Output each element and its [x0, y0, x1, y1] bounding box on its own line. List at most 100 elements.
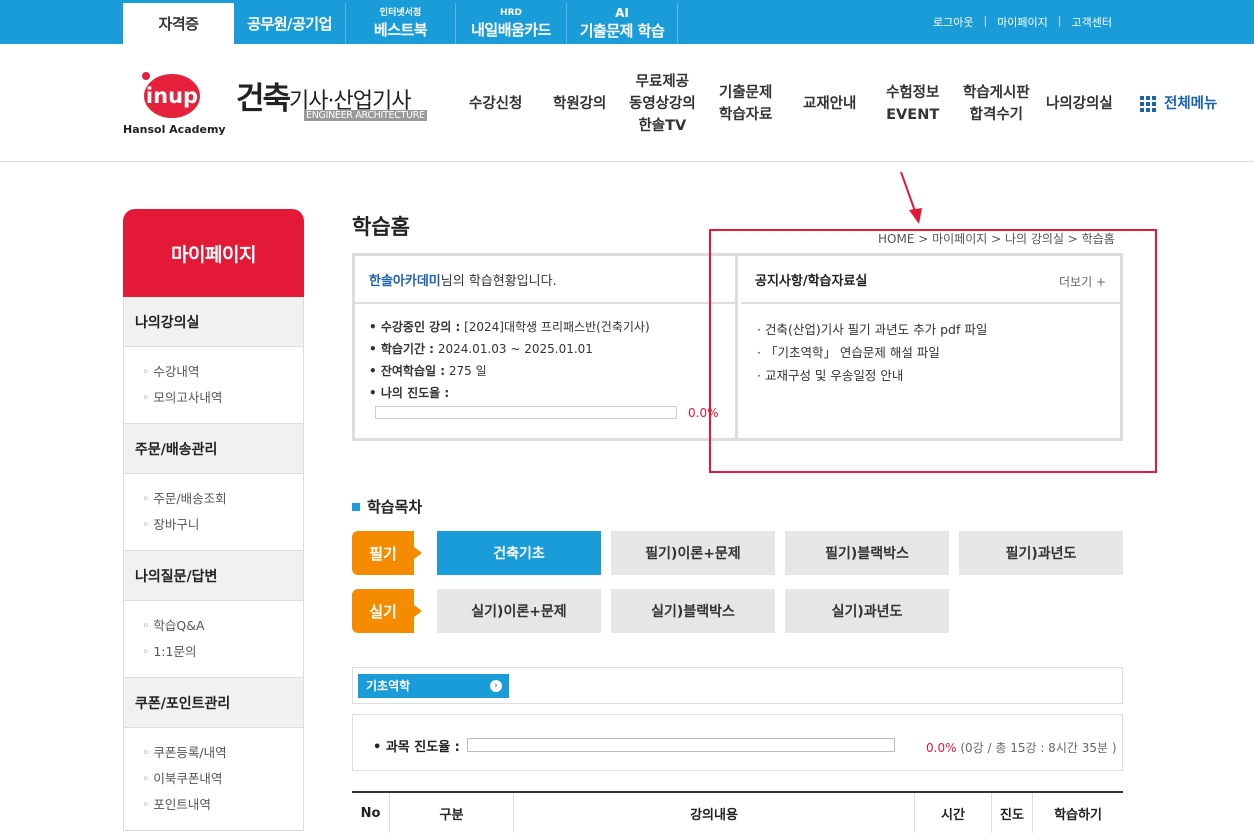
sidebar-items: 수강내역 모의고사내역	[123, 347, 304, 424]
top-tab-certificate[interactable]: 자격증	[123, 3, 234, 44]
square-bullet-icon	[352, 502, 360, 511]
top-tab-label: 공무원/공기업	[247, 15, 332, 33]
toc-section-title: 학습목차	[352, 496, 422, 517]
toc-title: 학습목차	[367, 498, 423, 516]
nav-enroll[interactable]: 수강신청	[469, 93, 522, 115]
column-header: 시간	[915, 793, 992, 833]
nav-line: 기출문제	[719, 85, 773, 101]
nav-board[interactable]: 학습게시판 합격수기	[963, 82, 1030, 126]
column-header: 강의내용	[514, 793, 915, 833]
column-header: 구분	[390, 793, 514, 833]
customer-center-link[interactable]: 고객센터	[1072, 14, 1112, 30]
divider: |	[983, 14, 988, 27]
sidebar-item[interactable]: 이북쿠폰내역	[142, 766, 303, 792]
toc-button[interactable]: 필기)이론+문제	[611, 531, 775, 575]
sidebar-items: 주문/배송조회 장바구니	[123, 474, 304, 551]
toc-button[interactable]: 필기)블랙박스	[785, 531, 949, 575]
toc-button[interactable]: 실기)블랙박스	[611, 589, 775, 633]
sidebar-title: 마이페이지	[123, 209, 304, 297]
brand-english: ENGINEER ARCHITECTURE	[304, 110, 427, 121]
sidebar-item[interactable]: 포인트내역	[142, 792, 303, 818]
status-header: 한솔아카데미 님의 학습현황입니다.	[355, 256, 735, 304]
status-value: 275 일	[448, 364, 487, 378]
chevron-right-icon: ›	[490, 680, 502, 692]
nav-line: 무료제공	[635, 74, 690, 90]
nav-past-exams[interactable]: 기출문제 학습자료	[719, 82, 772, 126]
sidebar: 마이페이지 나의강의실 수강내역 모의고사내역 주문/배송관리 주문/배송조회 …	[123, 209, 304, 831]
top-links: 로그아웃 | 마이페이지 | 고객센터	[933, 14, 1112, 30]
sidebar-item[interactable]: 장바구니	[142, 512, 303, 538]
arrow-icon	[900, 171, 922, 224]
nav-line: EVENT	[886, 107, 940, 123]
logo-dot	[140, 70, 152, 82]
logout-link[interactable]: 로그아웃	[933, 14, 973, 30]
sidebar-item[interactable]: 모의고사내역	[142, 385, 303, 411]
toc-button[interactable]: 건축기초	[437, 531, 601, 575]
all-menu-button[interactable]: 전체메뉴	[1140, 93, 1217, 115]
grid-icon	[1140, 96, 1156, 112]
top-tab-public[interactable]: 공무원/공기업	[234, 3, 346, 44]
nav-exam-info[interactable]: 수험정보 EVENT	[886, 82, 939, 126]
top-tab-label: 기출문제 학습	[579, 22, 665, 40]
nav-free-video[interactable]: 무료제공 동영상강의 한솔TV	[629, 71, 696, 137]
top-tab-sublabel: AI	[615, 6, 629, 20]
status-list: • 수강중인 강의 : [2024]대학생 프리패스반(건축기사) • 학습기간…	[355, 304, 735, 404]
status-row: • 잔여학습일 : 275 일	[369, 360, 735, 382]
sidebar-items: 학습Q&A 1:1문의	[123, 601, 304, 678]
nav-academy[interactable]: 학원강의	[553, 93, 606, 115]
top-tab-label: 자격증	[158, 15, 199, 33]
subject-tab[interactable]: 기초역학 ›	[358, 674, 509, 698]
nav-textbook[interactable]: 교재안내	[803, 93, 856, 115]
sidebar-item[interactable]: 학습Q&A	[142, 613, 303, 639]
subject-progress-bar	[467, 738, 895, 752]
column-header: 학습하기	[1054, 807, 1102, 823]
nav-line: 동영상강의	[629, 96, 696, 112]
nav-line: 한솔TV	[638, 118, 687, 134]
top-tab-ai[interactable]: AI 기출문제 학습	[567, 3, 678, 44]
status-label: • 학습기간 :	[369, 342, 434, 356]
nav-line: 학습자료	[719, 107, 773, 123]
sidebar-section-orders[interactable]: 주문/배송관리	[123, 424, 304, 474]
sidebar-section-qna[interactable]: 나의질문/답변	[123, 551, 304, 601]
nav-line: 학습게시판	[963, 85, 1030, 101]
subject-progress-detail: (0강 / 총 15강 : 8시간 35분 )	[956, 741, 1117, 755]
nav-line: 합격수기	[969, 107, 1024, 123]
sidebar-item[interactable]: 수강내역	[142, 359, 303, 385]
status-panel: 한솔아카데미 님의 학습현황입니다. • 수강중인 강의 : [2024]대학생…	[355, 256, 738, 438]
status-label: • 나의 진도율 :	[369, 386, 450, 400]
inup-logo[interactable]: inup	[144, 74, 200, 118]
nav-line: 수험정보	[886, 85, 940, 101]
top-tab-hrd[interactable]: HRD 내일배움카드	[456, 3, 567, 44]
top-tab-sublabel: 인터넷서점	[379, 7, 422, 18]
status-value: 2024.01.03 ~ 2025.01.01	[437, 342, 593, 356]
subject-progress-label: • 과목 진도율 :	[373, 740, 460, 755]
sidebar-item[interactable]: 쿠폰등록/내역	[142, 740, 303, 766]
status-row: • 수강중인 강의 : [2024]대학생 프리패스반(건축기사)	[369, 316, 735, 338]
column-header: No	[352, 793, 390, 833]
sidebar-item[interactable]: 1:1문의	[142, 639, 303, 665]
toc-button[interactable]: 필기)과년도	[959, 531, 1123, 575]
sidebar-section-coupons[interactable]: 쿠폰/포인트관리	[123, 678, 304, 728]
subject-progress-text: 0.0% (0강 / 총 15강 : 8시간 35분 )	[926, 739, 1117, 756]
status-label: • 수강중인 강의 :	[369, 320, 461, 334]
toc-button[interactable]: 실기)이론+문제	[437, 589, 601, 633]
status-header-suffix: 님의 학습현황입니다.	[440, 273, 557, 289]
brand-main: 건축	[236, 81, 291, 117]
page-title: 학습홈	[352, 215, 410, 239]
toc-button[interactable]: 실기)과년도	[785, 589, 949, 633]
status-label: • 잔여학습일 :	[369, 364, 446, 378]
practical-label: 실기	[352, 589, 422, 633]
mypage-link[interactable]: 마이페이지	[997, 14, 1048, 30]
divider: |	[1057, 14, 1062, 27]
sidebar-item[interactable]: 주문/배송조회	[142, 486, 303, 512]
written-label: 필기	[352, 531, 422, 575]
subject-progress-box: • 과목 진도율 : 0.0% (0강 / 총 15강 : 8시간 35분 )	[352, 714, 1123, 771]
status-value: [2024]대학생 프리패스반(건축기사)	[464, 320, 650, 334]
top-tab-bookstore[interactable]: 인터넷서점 베스트북	[346, 3, 456, 44]
top-tab-sublabel: HRD	[500, 7, 522, 18]
sidebar-section-classroom[interactable]: 나의강의실	[123, 297, 304, 347]
nav-my-classroom[interactable]: 나의강의실	[1046, 93, 1113, 115]
top-tab-label: 내일배움카드	[471, 20, 551, 39]
status-row: • 학습기간 : 2024.01.03 ~ 2025.01.01	[369, 338, 735, 360]
highlight-box	[709, 229, 1157, 473]
